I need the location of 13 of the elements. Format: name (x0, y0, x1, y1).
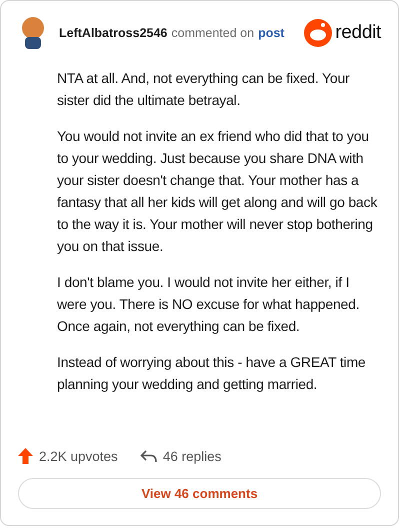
action-text: commented on (171, 26, 254, 40)
comment-paragraph: I don't blame you. I would not invite her either, if I were you. There is NO excuse for what happened. Once again, not everything can be fixed. (57, 273, 360, 336)
author-name[interactable]: LeftAlbatross2546 (59, 26, 168, 40)
comment-paragraph: NTA at all. And, not everything can be fixed. Your sister did the ultimate betrayal. (57, 69, 350, 110)
reply-icon[interactable] (140, 450, 157, 462)
view-comments-button[interactable]: View 46 comments (18, 478, 381, 509)
post-link[interactable]: post (258, 26, 284, 40)
upvote-icon[interactable] (18, 448, 33, 464)
reply-count: 46 replies (162, 448, 222, 464)
comment-paragraph: You would not invite an ex friend who did that to you to your wedding. Just because you share DNA with your sister doesn't change that. Your mother has a fantasy that all her kids will get along and will go back to the way it is. Your mother will never stop bothering you on that issue. (57, 127, 378, 256)
brand-name: reddit (335, 22, 381, 44)
upvote-count: 2.2K upvotes (39, 448, 118, 464)
comment-paragraph: Instead of worrying about this - have a GREAT time planning your wedding and getting married. (57, 353, 367, 394)
